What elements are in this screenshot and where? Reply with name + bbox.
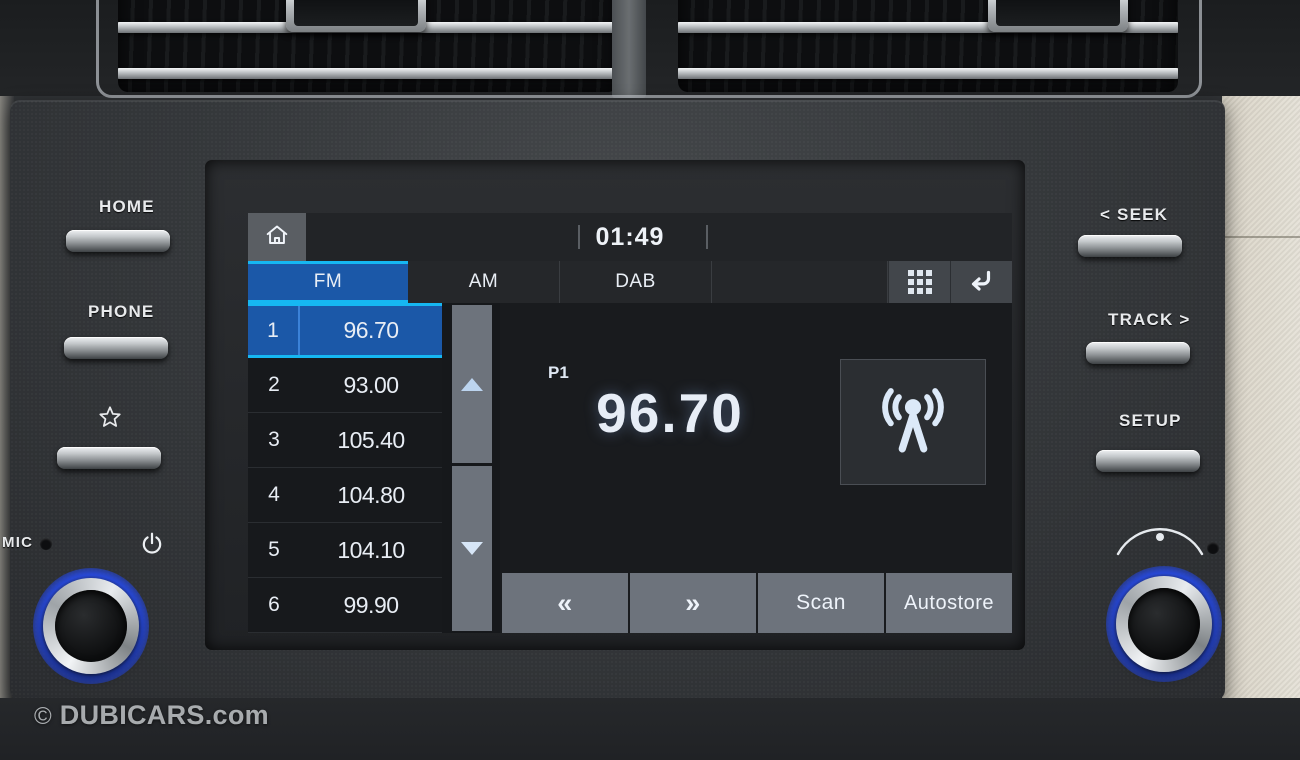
preset-number: 3 — [268, 428, 280, 451]
sensor-hole — [1207, 542, 1219, 554]
now-playing-panel: P1 96.70 « » Scan Autostore — [500, 303, 1012, 633]
preset-number: 5 — [268, 538, 280, 561]
preset-frequency: 99.90 — [343, 591, 399, 618]
knob-face — [55, 590, 127, 662]
star-icon — [97, 404, 123, 430]
tab-fm[interactable]: FM — [248, 261, 408, 303]
current-frequency: 96.70 — [596, 382, 744, 444]
setup-hard-button[interactable] — [1096, 450, 1200, 472]
tab-bar-spacer — [712, 261, 888, 303]
preset-list[interactable]: 1 96.70 2 93.00 3 105.40 4 104.80 5 104.… — [248, 303, 442, 633]
mic-label: MIC — [2, 534, 34, 551]
preset-row[interactable]: 3 105.40 — [248, 413, 442, 468]
watermark-copyright: © — [34, 703, 52, 730]
keypad-grid-button[interactable] — [888, 261, 950, 303]
scroll-down-button[interactable] — [452, 466, 492, 631]
knob-face — [1128, 588, 1200, 660]
tune-up-button[interactable]: » — [630, 573, 756, 633]
back-button[interactable] — [950, 261, 1012, 303]
tab-dab[interactable]: DAB — [560, 261, 712, 303]
tuner-controls[interactable]: « » Scan Autostore — [500, 573, 1012, 633]
status-bar: 01:49 — [248, 213, 1012, 261]
right-trim-panel — [1222, 0, 1300, 760]
chevron-up-icon — [461, 377, 483, 391]
preset-number: 4 — [268, 483, 280, 506]
track-button-label: TRACK > — [1108, 310, 1191, 329]
seek-button-label: < SEEK — [1100, 205, 1169, 224]
setup-button-label: SETUP — [1119, 411, 1182, 430]
vent-center-post — [612, 0, 646, 98]
phone-hard-button[interactable] — [64, 337, 168, 359]
home-screen-button[interactable] — [248, 213, 306, 261]
preset-number: 2 — [268, 373, 280, 396]
preset-row[interactable]: 5 104.10 — [248, 523, 442, 578]
preset-row[interactable]: 2 93.00 — [248, 358, 442, 413]
microphone-hole — [40, 538, 52, 550]
preset-frequency: 93.00 — [343, 371, 399, 398]
watermark: © DUBICARS.com — [34, 700, 269, 731]
vent-chrome-bar — [678, 68, 1178, 79]
watermark-text: DUBICARS.com — [59, 700, 269, 730]
autostore-button[interactable]: Autostore — [886, 573, 1012, 633]
power-icon — [138, 530, 166, 558]
phone-button-label: PHONE — [88, 302, 155, 321]
vent-slider-right[interactable] — [988, 0, 1128, 32]
preset-number: 1 — [248, 306, 300, 355]
preset-frequency: 104.10 — [337, 536, 405, 563]
home-hard-button[interactable] — [66, 230, 170, 252]
preset-row[interactable]: 4 104.80 — [248, 468, 442, 523]
track-hard-button[interactable] — [1086, 342, 1190, 364]
tune-down-button[interactable]: « — [502, 573, 628, 633]
back-arrow-icon — [967, 267, 997, 298]
home-button-label: HOME — [99, 197, 155, 216]
volume-knob[interactable] — [33, 568, 149, 684]
tune-knob[interactable] — [1106, 566, 1222, 682]
scan-button[interactable]: Scan — [758, 573, 884, 633]
preset-indicator: P1 — [548, 363, 569, 382]
preset-frequency: 105.40 — [337, 426, 405, 453]
keypad-grid-icon — [907, 270, 932, 294]
preset-row[interactable]: 1 96.70 — [248, 303, 442, 358]
home-icon — [264, 222, 290, 253]
infotainment-screenshot: HOME PHONE < SEEK TRACK > SETUP 01:49 FM… — [0, 0, 1300, 760]
station-logo-box — [840, 359, 986, 485]
preset-frequency: 96.70 — [343, 317, 399, 343]
preset-frequency: 104.80 — [337, 481, 405, 508]
preset-scrollbar[interactable] — [444, 303, 492, 633]
seek-hard-button[interactable] — [1078, 235, 1182, 257]
air-vent-left[interactable] — [118, 0, 618, 92]
touchscreen[interactable]: 01:49 FM AM DAB 1 96.70 2 93.00 3 105.40… — [248, 213, 1012, 633]
favorite-hard-button[interactable] — [57, 447, 161, 469]
band-tab-bar[interactable]: FM AM DAB — [248, 261, 1012, 303]
vent-chrome-bar — [118, 68, 618, 79]
chevron-down-icon — [461, 542, 483, 555]
tab-am[interactable]: AM — [408, 261, 560, 303]
air-vent-band — [0, 0, 1300, 98]
vent-slider-left[interactable] — [286, 0, 426, 32]
preset-number: 6 — [268, 593, 280, 616]
scroll-up-button[interactable] — [452, 305, 492, 463]
air-vent-right[interactable] — [678, 0, 1178, 92]
clock: 01:49 — [595, 222, 665, 251]
preset-row[interactable]: 6 99.90 — [248, 578, 442, 633]
tune-arc-indicator — [1112, 528, 1208, 562]
